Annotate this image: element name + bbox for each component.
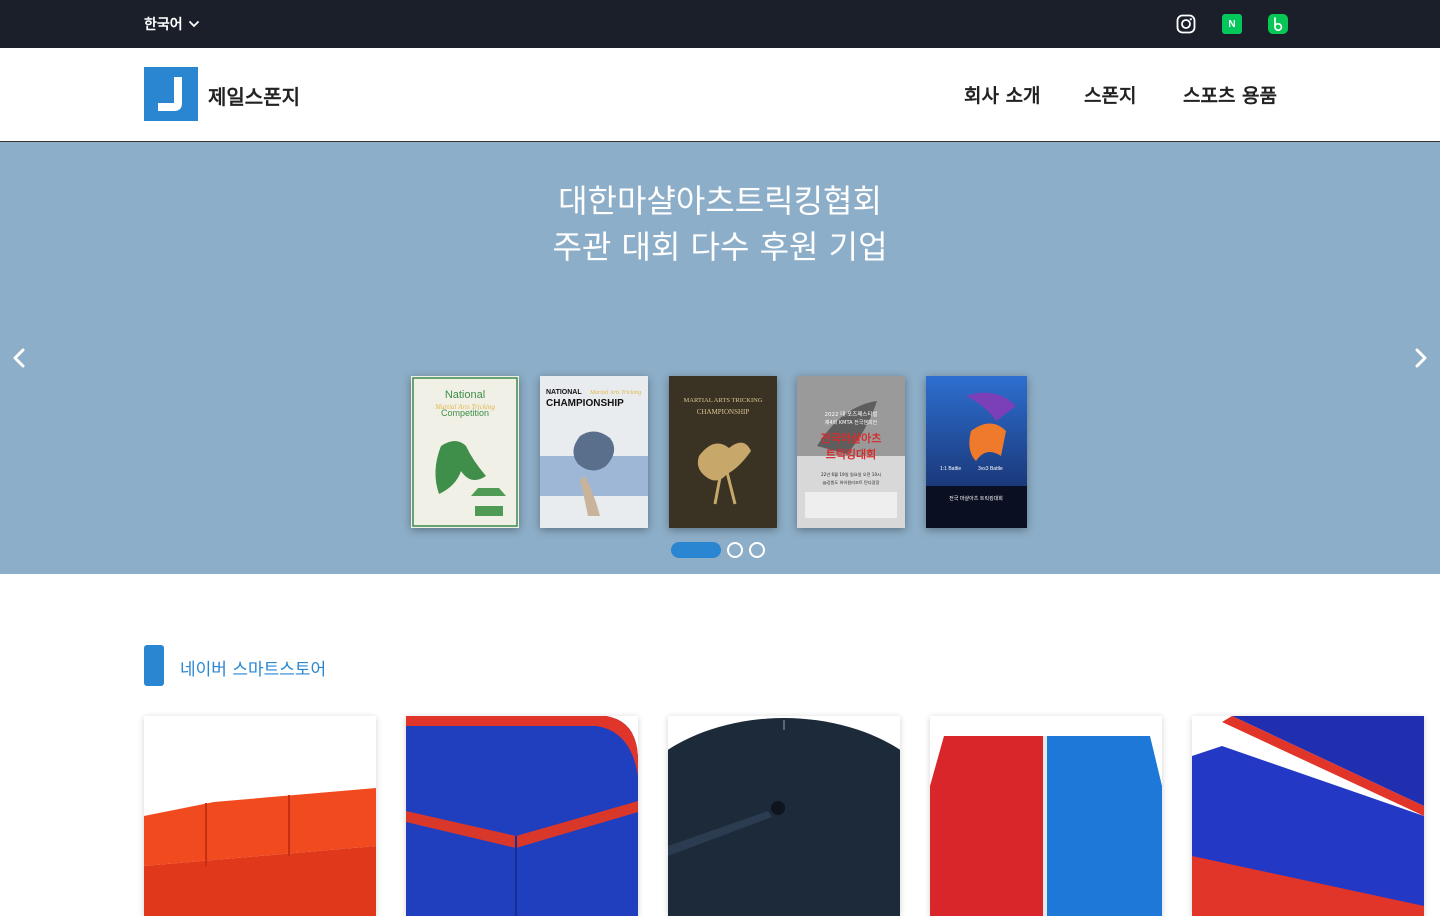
poster5-line2: 3vs3 Battle	[978, 466, 1003, 472]
instagram-icon[interactable]	[1174, 12, 1198, 36]
chevron-left-icon	[13, 348, 25, 368]
carousel-dot-3[interactable]	[749, 542, 765, 558]
poster4-line5: 22년 6월 19일 일요일 오전 10시	[821, 471, 881, 478]
nav-sports-goods[interactable]: 스포츠 용품	[1183, 81, 1277, 108]
poster4-line6: @강원도 하이원리조트 탄다광장	[823, 479, 880, 486]
carousel-dot-1[interactable]	[671, 542, 721, 558]
product-image-navy-round-mat	[668, 716, 900, 916]
chevron-right-icon	[1415, 348, 1427, 368]
section-title[interactable]: 네이버 스마트스토어	[180, 655, 326, 680]
product-card[interactable]	[668, 716, 900, 916]
poster4-line4: 트릭킹대회	[826, 447, 877, 461]
hero-title-line1: 대한마샬아츠트릭킹협회	[558, 182, 882, 220]
product-card[interactable]	[1192, 716, 1424, 916]
poster-battle-tricking[interactable]: 1:1 Battle 3vs3 Battle 전국 마샬아츠 트릭킹대회	[926, 376, 1027, 528]
brand-name[interactable]: 제일스폰지	[208, 81, 300, 110]
carousel-prev-button[interactable]	[6, 344, 34, 372]
naver-icon[interactable]: N	[1220, 12, 1244, 36]
poster2-line2: Martial Arts Tricking	[589, 390, 641, 396]
nav-about[interactable]: 회사 소개	[964, 81, 1041, 108]
poster-national-championship[interactable]: NATIONAL Martial Arts Tricking CHAMPIONS…	[540, 376, 648, 528]
band-icon[interactable]	[1266, 12, 1290, 36]
poster1-line1: National	[445, 389, 485, 401]
chevron-down-icon	[188, 21, 199, 28]
poster-kmta-championship[interactable]: 2022 대·포즈페스티벌 제4회 KMTA 전국챔피언 전국마샬아츠 트릭킹대…	[797, 376, 905, 528]
product-image-blue-incline-mat	[1192, 716, 1424, 916]
hero-title-line2: 주관 대회 다수 후원 기업	[552, 228, 888, 266]
hero-carousel: 대한마샬아츠트릭킹협회 주관 대회 다수 후원 기업 National Mart…	[0, 142, 1440, 574]
poster-martial-arts-tricking[interactable]: MARTIAL ARTS TRICKING CHAMPIONSHIP	[669, 376, 777, 528]
company-logo[interactable]	[144, 67, 198, 121]
language-selector[interactable]: 한국어	[144, 14, 201, 34]
poster3-line1: MARTIAL ARTS TRICKING	[683, 397, 762, 404]
poster3-line2: CHAMPIONSHIP	[697, 408, 750, 416]
poster4-line2: 제4회 KMTA 전국챔피언	[825, 419, 878, 426]
product-card[interactable]	[144, 716, 376, 916]
product-card[interactable]	[930, 716, 1162, 916]
nav-sponge[interactable]: 스폰지	[1084, 81, 1136, 108]
poster1-line3: Competition	[441, 408, 489, 418]
naver-logo-letter: N	[1222, 14, 1242, 34]
poster2-line1: NATIONAL	[546, 389, 582, 396]
carousel-indicators	[671, 542, 765, 558]
product-image-blue-red-vault-block	[406, 716, 638, 916]
poster4-line1: 2022 대·포즈페스티벌	[825, 410, 878, 418]
product-card[interactable]	[406, 716, 638, 916]
poster5-line3: 전국 마샬아츠 트릭킹대회	[949, 495, 1003, 502]
section-accent-bar	[144, 645, 164, 686]
product-image-red-blue-mat	[930, 716, 1162, 916]
poster4-line3: 전국마샬아츠	[821, 431, 882, 445]
poster-national-competition[interactable]: National Martial Arts Tricking Competiti…	[411, 376, 519, 528]
site-header: 제일스폰지 회사 소개 스폰지 스포츠 용품	[0, 48, 1440, 142]
top-bar: 한국어 N	[0, 0, 1440, 48]
carousel-next-button[interactable]	[1406, 344, 1434, 372]
poster2-line3: CHAMPIONSHIP	[546, 398, 624, 409]
poster5-line1: 1:1 Battle	[940, 466, 961, 472]
product-image-red-folding-mat	[144, 716, 376, 916]
language-label: 한국어	[144, 17, 183, 33]
carousel-dot-2[interactable]	[727, 542, 743, 558]
